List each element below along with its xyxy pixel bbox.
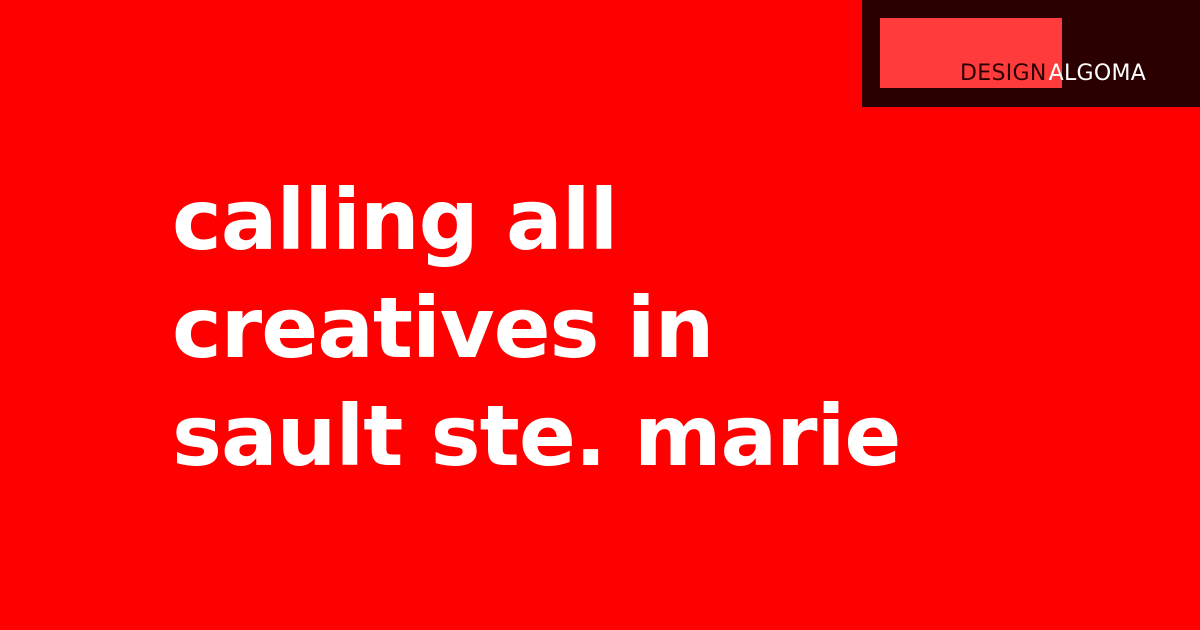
headline-line-2: creatives in: [172, 279, 714, 377]
headline-line-1: calling all: [172, 171, 618, 269]
logo-word-design: DESIGN: [960, 61, 1047, 86]
brand-logo: DESIGNALGOMA: [862, 0, 1200, 107]
logo-word-algoma: ALGOMA: [1048, 61, 1147, 86]
logo-wordmark: DESIGNALGOMA: [960, 60, 1146, 88]
banner-canvas: DESIGNALGOMA calling all creatives in sa…: [0, 0, 1200, 630]
headline-line-3: sault ste. marie: [172, 387, 901, 485]
headline: calling all creatives in sault ste. mari…: [172, 166, 901, 490]
